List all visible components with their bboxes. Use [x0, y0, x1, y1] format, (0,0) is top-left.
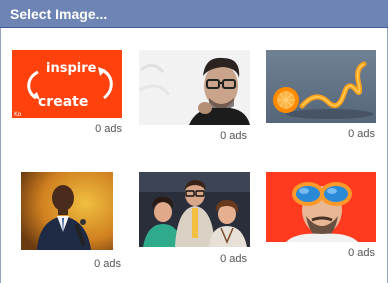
image-thumb-speaker[interactable]	[21, 172, 113, 250]
dialog-border-left	[0, 28, 1, 283]
ads-count-6: 0 ads	[348, 247, 375, 259]
speaker-image	[21, 172, 113, 250]
inspire-create-image: inspire create Ko	[12, 50, 122, 118]
ads-count-3: 0 ads	[348, 128, 375, 140]
ads-count-4: 0 ads	[94, 258, 121, 270]
group-image	[139, 172, 250, 247]
ads-count-5: 0 ads	[220, 253, 247, 265]
man-glasses-image	[139, 50, 250, 125]
sunglasses-image	[266, 172, 376, 242]
ads-count-2: 0 ads	[220, 130, 247, 142]
corner-text: Ko	[14, 111, 22, 118]
image-thumb-orange-peel[interactable]	[266, 50, 376, 123]
dialog-titlebar: Select Image...	[0, 0, 388, 28]
image-thumb-group[interactable]	[139, 172, 250, 247]
ads-count-1: 0 ads	[95, 123, 122, 135]
image-thumb-man-glasses[interactable]	[139, 50, 250, 125]
dialog-title: Select Image...	[10, 6, 108, 22]
create-word: create	[38, 94, 88, 110]
orange-peel-image	[266, 50, 376, 123]
image-thumb-sunglasses[interactable]	[266, 172, 376, 242]
image-thumb-inspire-create[interactable]: inspire create Ko	[12, 50, 122, 118]
inspire-word: inspire	[46, 61, 97, 76]
